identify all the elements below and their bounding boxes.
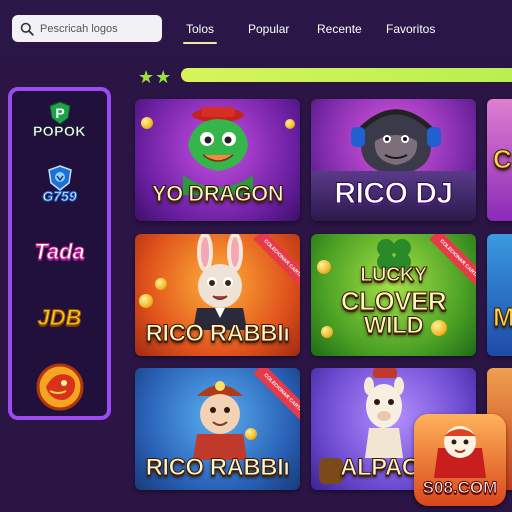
provider-jdb-label: JDB — [37, 305, 82, 331]
game-title: RICO RABBIı — [145, 454, 290, 482]
provider-g759-label: G759 — [42, 188, 77, 205]
s08-watermark-logo: S08.COM — [414, 414, 506, 506]
rabbit-character — [193, 234, 247, 330]
search-icon — [20, 22, 34, 36]
search-box[interactable] — [12, 15, 162, 42]
progress-bar — [181, 68, 512, 82]
game-card-rico-rabbit-2[interactable]: COLECIONAR CARTA RICO RABBIı — [135, 368, 300, 490]
game-card-rico-dj[interactable]: RICO DJ — [311, 99, 476, 221]
game-title-line3: WILD — [363, 312, 424, 340]
star-icon: ★ — [138, 67, 156, 87]
dragon-logo-icon — [36, 363, 83, 411]
search-input[interactable] — [40, 22, 150, 35]
game-card-yo-dragon[interactable]: YO DRAGON — [135, 99, 300, 221]
game-title: YO DRAGON — [151, 181, 284, 207]
tab-favoritos[interactable]: Favoritos — [386, 22, 435, 36]
game-title: C — [492, 144, 512, 175]
game-card-lucky-clover-wild[interactable]: COLECIONAR CARTA LUCKY CLOVER WILD — [311, 234, 476, 356]
provider-popok[interactable]: P POPOK — [12, 101, 107, 139]
tab-recente[interactable]: Recente — [317, 22, 362, 36]
tab-popular[interactable]: Popular — [248, 22, 289, 36]
provider-tada-label: Tada — [34, 239, 86, 265]
popok-badge-icon: P — [48, 101, 71, 125]
game-card-rico-rabbit[interactable]: COLECIONAR CARTA RICO RABBIı — [135, 234, 300, 356]
watermark-text: S08.COM — [422, 478, 498, 498]
top-bar: Tolos Popular Recente Favoritos — [0, 0, 512, 60]
game-title-line1: LUCKY — [360, 264, 428, 287]
game-card-partial[interactable]: C — [487, 99, 512, 221]
game-card-partial[interactable]: M — [487, 234, 512, 356]
miner-character — [193, 381, 247, 460]
rating-stars: ★★ — [138, 68, 172, 86]
provider-dragon[interactable] — [12, 361, 107, 411]
provider-jdb[interactable]: JDB — [12, 305, 107, 331]
fortune-tiger-icon — [434, 426, 486, 478]
game-title: RICO DJ — [334, 177, 454, 211]
star-icon: ★ — [155, 67, 173, 87]
game-title: RICO RABBIı — [145, 320, 290, 348]
alpaca-character — [364, 368, 404, 458]
game-title: M — [492, 302, 512, 333]
provider-tada[interactable]: Tada — [12, 239, 107, 265]
provider-popok-label: POPOK — [32, 123, 87, 140]
provider-sidebar: P POPOK G759 Tada JDB — [8, 87, 111, 420]
tab-tolos[interactable]: Tolos — [182, 22, 218, 44]
svg-text:P: P — [55, 105, 64, 121]
provider-g759[interactable]: G759 — [12, 165, 107, 205]
